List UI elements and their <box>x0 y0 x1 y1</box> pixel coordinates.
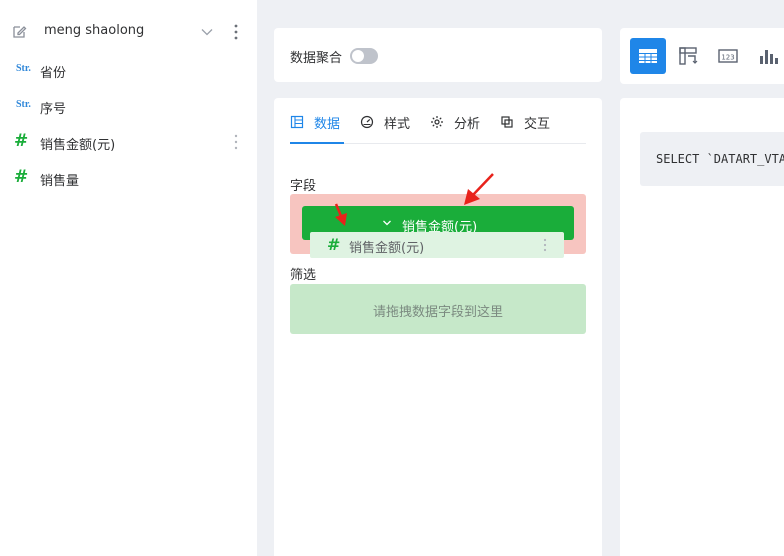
datasource-name: meng shaolong <box>44 23 145 38</box>
gear-icon <box>431 116 443 128</box>
field-item-sales-volume[interactable]: # 销售量 <box>0 164 257 192</box>
chart-type-toolbar: 123 <box>620 28 784 84</box>
layers-icon <box>501 116 513 128</box>
more-vertical-icon <box>543 238 547 252</box>
gauge-icon <box>360 115 374 129</box>
number-type-icon: # <box>327 235 341 254</box>
filter-section-label: 筛选 <box>290 268 317 283</box>
filter-placeholder: 请拖拽数据字段到这里 <box>372 305 503 320</box>
sql-preview-text: SELECT `DATART_VTABLE` <box>656 152 784 166</box>
active-tab-indicator <box>290 142 344 144</box>
aggregation-label: 数据聚合 <box>290 51 343 66</box>
chevron-down-icon[interactable] <box>382 218 392 228</box>
aggregation-card: 数据聚合 <box>274 28 602 82</box>
fields-section-label: 字段 <box>290 179 317 194</box>
dragging-field-ghost: # 销售金额(元) <box>310 232 564 258</box>
table-icon <box>639 49 657 63</box>
number-type-icon: # <box>14 131 29 151</box>
number-card-icon: 123 <box>718 49 738 63</box>
number-type-icon: # <box>14 167 29 187</box>
filter-drop-zone[interactable]: 请拖拽数据字段到这里 <box>290 284 586 334</box>
sql-preview-box: SELECT `DATART_VTABLE` <box>640 132 784 186</box>
svg-text:123: 123 <box>721 54 734 62</box>
chart-type-pivot-button[interactable] <box>670 38 706 74</box>
config-panel: 数据 样式 分析 交互 字段 销售金额(元) # 销售金额(元) 筛选 请拖拽数… <box>274 98 602 556</box>
ghost-label: 销售金额(元) <box>349 241 425 256</box>
more-vertical-icon[interactable] <box>230 133 242 151</box>
datasource-row[interactable]: meng shaolong <box>0 18 257 46</box>
field-label: 省份 <box>40 66 67 81</box>
tab-analysis[interactable]: 分析 <box>430 112 480 132</box>
pivot-table-icon <box>679 47 698 65</box>
tab-style[interactable]: 样式 <box>360 112 410 132</box>
string-type-icon: Str. <box>16 63 31 74</box>
tab-interaction[interactable]: 交互 <box>500 112 550 132</box>
edit-icon[interactable] <box>11 24 27 40</box>
tab-data[interactable]: 数据 <box>290 112 340 132</box>
table-icon <box>290 115 304 129</box>
field-label: 序号 <box>40 102 67 117</box>
config-tabs: 数据 样式 分析 交互 <box>290 98 586 144</box>
bar-chart-icon <box>760 50 778 64</box>
chart-type-number-card-button[interactable]: 123 <box>710 38 746 74</box>
chart-type-bar-button[interactable] <box>750 38 784 74</box>
aggregation-toggle[interactable] <box>350 48 378 64</box>
tab-label: 交互 <box>524 116 551 132</box>
tab-label: 分析 <box>454 116 481 132</box>
field-sidebar: meng shaolong Str. 省份 Str. 序号 # 销售金额(元) … <box>0 0 257 556</box>
string-type-icon: Str. <box>16 99 31 110</box>
field-item-province[interactable]: Str. 省份 <box>0 56 257 84</box>
field-label: 销售量 <box>40 174 80 189</box>
tab-label: 数据 <box>314 116 341 132</box>
field-item-sales-amount[interactable]: # 销售金额(元) <box>0 128 257 156</box>
field-label: 销售金额(元) <box>40 138 116 153</box>
preview-panel: SELECT `DATART_VTABLE` <box>620 98 784 556</box>
toggle-knob <box>352 50 364 62</box>
tab-label: 样式 <box>384 116 411 132</box>
chevron-down-icon[interactable] <box>200 25 214 39</box>
more-vertical-icon[interactable] <box>230 23 242 41</box>
chart-type-table-button[interactable] <box>630 38 666 74</box>
field-item-serial[interactable]: Str. 序号 <box>0 92 257 120</box>
